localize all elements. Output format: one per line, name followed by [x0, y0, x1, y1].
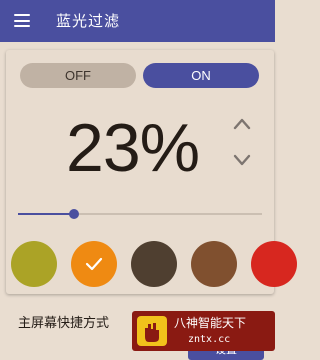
app-title: 蓝光过滤	[56, 12, 121, 30]
intensity-value: 23	[66, 110, 141, 186]
filter-card: OFF ON 23%	[6, 50, 297, 294]
watermark-url: zntx.cc	[188, 334, 231, 345]
watermark-text: 八神智能天下	[174, 316, 247, 330]
watermark-banner: 八神智能天下 zntx.cc	[132, 311, 275, 351]
shortcut-label: 主屏幕快捷方式	[18, 316, 110, 331]
color-swatch[interactable]	[131, 241, 177, 287]
intensity-unit: %	[139, 110, 200, 186]
check-icon	[85, 257, 103, 271]
toggle-off-button[interactable]: OFF	[20, 63, 136, 88]
intensity-slider-fill	[18, 213, 75, 215]
color-swatch[interactable]	[191, 241, 237, 287]
chevron-down-icon[interactable]	[232, 150, 252, 170]
menu-icon[interactable]	[14, 14, 30, 27]
hand-logo-icon	[137, 316, 167, 346]
color-swatch[interactable]	[11, 241, 57, 287]
chevron-up-icon[interactable]	[232, 114, 252, 134]
intensity-display: 23%	[66, 108, 200, 188]
app-bar: 蓝光过滤	[0, 0, 275, 42]
color-swatch[interactable]	[251, 241, 297, 287]
intensity-slider-thumb[interactable]	[69, 209, 80, 219]
toggle-on-button[interactable]: ON	[143, 63, 259, 88]
color-swatch[interactable]	[71, 241, 117, 287]
